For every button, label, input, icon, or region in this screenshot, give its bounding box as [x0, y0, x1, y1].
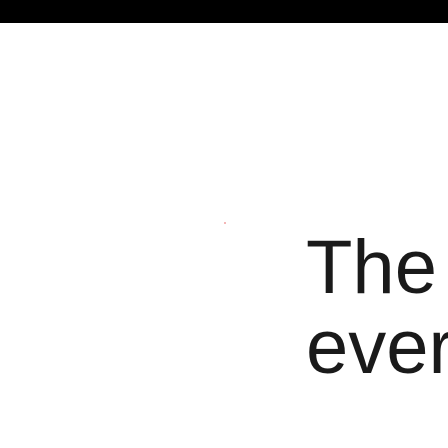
headline-text-block: The ever — [306, 228, 448, 388]
page: The ever — [0, 0, 448, 448]
headline-line-2: ever — [306, 305, 448, 390]
top-bar — [0, 0, 448, 23]
headline-line-1: The — [306, 225, 437, 310]
cursor-dot — [224, 222, 226, 224]
